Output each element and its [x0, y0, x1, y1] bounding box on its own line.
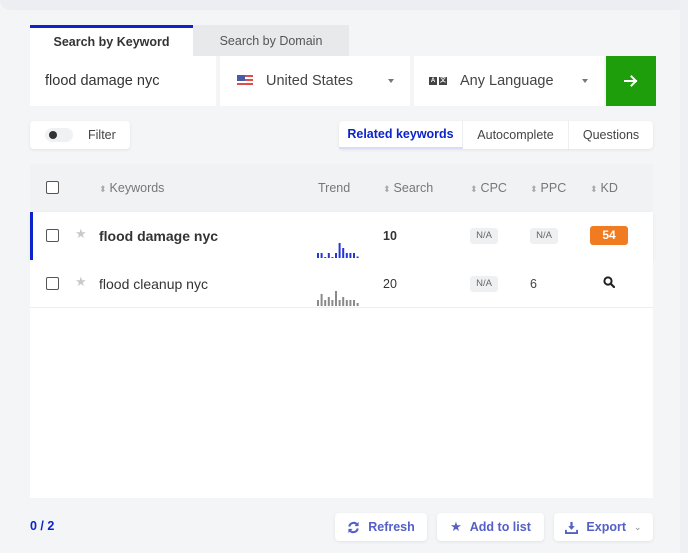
table-row[interactable]: ★ flood damage nyc 10 N/A N/A 54: [30, 212, 653, 260]
column-keywords-label: Keywords: [109, 181, 165, 195]
filter-toggle[interactable]: Filter: [30, 121, 130, 149]
column-search[interactable]: ⬍ Search: [383, 181, 433, 195]
export-label: Export: [586, 520, 627, 534]
column-kd-label: KD: [600, 181, 618, 195]
tab-search-by-keyword[interactable]: Search by Keyword: [30, 25, 193, 56]
chevron-down-icon[interactable]: ⌄: [634, 522, 642, 533]
search-mode-tabs: Search by Keyword Search by Domain: [30, 25, 349, 56]
language-select-value: Any Language: [460, 73, 554, 89]
column-kd[interactable]: ⬍ KD: [590, 181, 618, 195]
keywords-table: ⬍ Keywords Trend ⬍ Search ⬍ CPC ⬍ PPC ⬍ KD ★ …: [30, 164, 653, 498]
cpc-value: N/A: [470, 228, 498, 244]
translate-icon: A文: [429, 77, 447, 85]
trend-bar: [335, 291, 337, 306]
trend-bar: [342, 297, 345, 306]
arrow-right-icon: [624, 75, 638, 87]
refresh-icon: [348, 521, 359, 533]
trend-bar: [349, 253, 352, 258]
trend-bar: [320, 294, 323, 306]
us-flag-icon: [237, 75, 253, 87]
search-volume: 20: [383, 277, 397, 291]
toggle-switch[interactable]: [45, 128, 73, 142]
keyword-input[interactable]: [30, 56, 216, 106]
language-select[interactable]: A文 Any Language: [414, 56, 604, 106]
trend-bar: [324, 257, 327, 258]
trend-bar: [338, 300, 341, 306]
refresh-label: Refresh: [368, 520, 415, 534]
star-icon[interactable]: ★: [75, 274, 87, 290]
trend-sparkline: [317, 243, 359, 258]
search-submit-button[interactable]: [606, 56, 656, 106]
table-header: ⬍ Keywords Trend ⬍ Search ⬍ CPC ⬍ PPC ⬍ KD: [30, 164, 653, 212]
kd-badge: 54: [590, 226, 628, 245]
add-to-list-button[interactable]: ★ Add to list: [437, 513, 544, 541]
trend-bar: [353, 253, 355, 258]
sort-icon: ⬍: [470, 184, 478, 194]
trend-bar: [331, 257, 334, 258]
trend-bar: [356, 303, 359, 306]
trend-bar: [353, 300, 355, 306]
column-keywords[interactable]: ⬍ Keywords: [99, 181, 164, 195]
trend-bar: [331, 300, 334, 306]
sort-icon: ⬍: [99, 184, 107, 194]
row-checkbox[interactable]: [46, 277, 59, 290]
sort-icon: ⬍: [530, 184, 538, 194]
search-icon[interactable]: [603, 276, 615, 288]
tab-related-keywords[interactable]: Related keywords: [339, 121, 463, 149]
trend-bar: [327, 253, 330, 258]
trend-bar: [317, 300, 319, 306]
column-cpc[interactable]: ⬍ CPC: [470, 181, 507, 195]
search-row: United States A文 Any Language: [30, 56, 656, 106]
search-volume: 10: [383, 229, 397, 243]
download-icon: [565, 521, 579, 534]
tab-autocomplete[interactable]: Autocomplete: [463, 121, 569, 149]
trend-bar: [317, 253, 319, 258]
result-mode-tabs: Related keywords Autocomplete Questions: [339, 121, 653, 149]
select-all-checkbox[interactable]: [46, 181, 59, 194]
trend-bar: [335, 253, 337, 258]
country-select-value: United States: [266, 73, 354, 89]
trend-sparkline: [317, 291, 359, 306]
keyword-text[interactable]: flood cleanup nyc: [99, 276, 208, 292]
star-icon[interactable]: ★: [75, 226, 87, 242]
sort-icon: ⬍: [590, 184, 598, 194]
row-checkbox[interactable]: [46, 229, 59, 242]
top-edge: [0, 0, 688, 10]
column-ppc-label: PPC: [540, 181, 567, 195]
export-button[interactable]: Export ⌄: [554, 513, 653, 541]
tab-search-by-domain[interactable]: Search by Domain: [193, 25, 349, 56]
trend-bar: [345, 253, 348, 258]
tab-questions[interactable]: Questions: [569, 121, 653, 149]
column-cpc-label: CPC: [480, 181, 507, 195]
star-icon: ★: [450, 519, 462, 534]
add-to-list-label: Add to list: [469, 520, 531, 534]
refresh-button[interactable]: Refresh: [335, 513, 427, 541]
ppc-value: N/A: [530, 228, 558, 244]
chevron-down-icon: [582, 79, 588, 83]
cpc-value: N/A: [470, 276, 498, 292]
right-scrollbar-area: [680, 0, 688, 553]
column-search-label: Search: [393, 181, 434, 195]
country-select[interactable]: United States: [220, 56, 410, 106]
trend-bar: [349, 300, 352, 306]
ppc-value: 6: [530, 277, 537, 291]
filter-label: Filter: [88, 128, 116, 142]
chevron-down-icon: [388, 79, 394, 83]
selection-counter: 0 / 2: [30, 519, 55, 533]
trend-bar: [320, 253, 323, 258]
trend-bar: [327, 297, 330, 306]
keyword-text[interactable]: flood damage nyc: [99, 228, 218, 244]
sort-icon: ⬍: [383, 184, 391, 194]
column-ppc[interactable]: ⬍ PPC: [530, 181, 566, 195]
trend-bar: [342, 248, 345, 258]
column-trend: Trend: [318, 181, 351, 195]
trend-bar: [324, 300, 327, 306]
trend-bar: [345, 300, 348, 306]
trend-bar: [356, 256, 359, 258]
table-row[interactable]: ★ flood cleanup nyc 20 N/A 6: [30, 260, 653, 308]
trend-bar: [338, 243, 341, 258]
